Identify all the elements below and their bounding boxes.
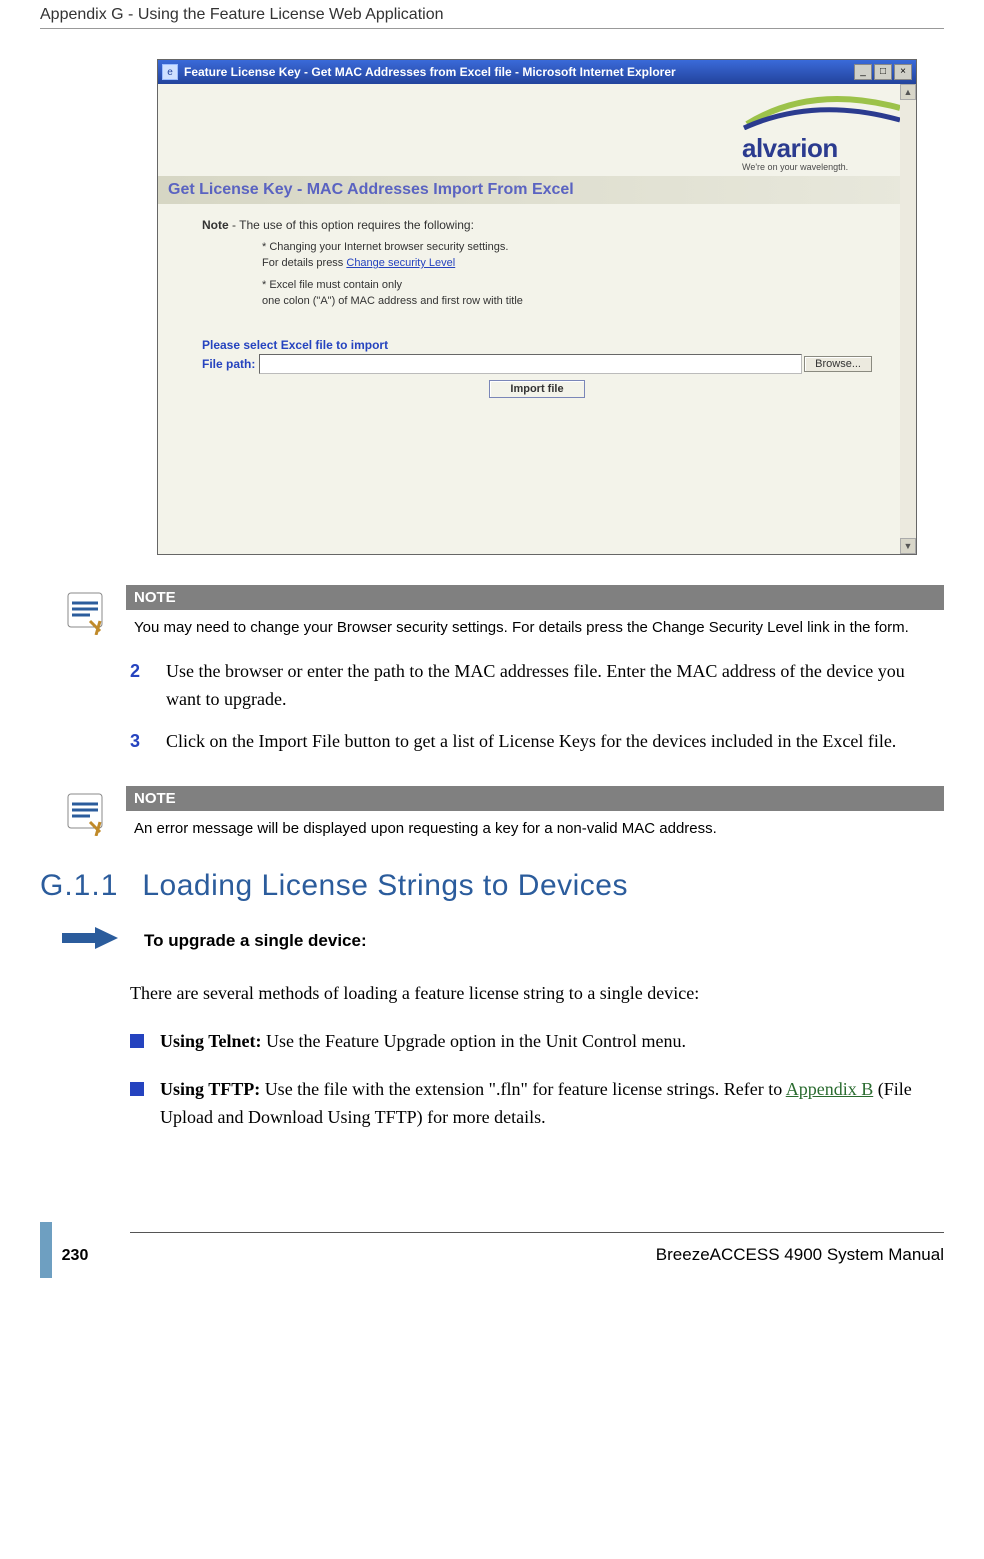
bullet-text: Using TFTP: Use the file with the extens… (160, 1076, 944, 1132)
titlebar: e Feature License Key - Get MAC Addresse… (158, 60, 916, 84)
screenshot-window: e Feature License Key - Get MAC Addresse… (157, 59, 917, 555)
manual-title: BreezeACCESS 4900 System Manual (656, 1245, 944, 1265)
scroll-up-icon: ▲ (900, 84, 916, 100)
paragraph: There are several methods of loading a f… (130, 980, 944, 1008)
logo-tagline: We're on your wavelength. (742, 162, 902, 172)
scroll-down-icon: ▼ (900, 538, 916, 554)
note-icon (60, 585, 110, 635)
bullet-icon (130, 1034, 144, 1048)
running-header: Appendix G - Using the Feature License W… (40, 0, 944, 29)
section-title: Loading License Strings to Devices (142, 869, 628, 903)
file-path-label: File path: (202, 357, 255, 371)
procedure-label: To upgrade a single device: (144, 931, 367, 951)
step-number: 3 (130, 728, 148, 756)
file-path-input (259, 354, 802, 374)
close-icon: × (894, 64, 912, 80)
note-icon (60, 786, 110, 836)
note-body: An error message will be displayed upon … (126, 811, 944, 845)
maximize-icon: □ (874, 64, 892, 80)
dialog-title: Get License Key - MAC Addresses Import F… (168, 181, 906, 199)
bullet-text: Using Telnet: Use the Feature Upgrade op… (160, 1028, 944, 1056)
appendix-b-link[interactable]: Appendix B (786, 1079, 874, 1099)
alvarion-logo: alvarion We're on your wavelength. (742, 94, 902, 172)
dialog-note: Note - The use of this option requires t… (202, 218, 882, 310)
select-prompt: Please select Excel file to import (202, 338, 902, 352)
procedure-arrow-icon (60, 923, 120, 958)
browse-button: Browse... (804, 356, 872, 372)
minimize-icon: _ (854, 64, 872, 80)
note-body: You may need to change your Browser secu… (126, 610, 944, 644)
step-text: Click on the Import File button to get a… (166, 728, 944, 756)
ie-icon: e (162, 64, 178, 80)
section-number: G.1.1 (40, 869, 118, 903)
dialog-body: alvarion We're on your wavelength. Get L… (158, 84, 916, 554)
import-file-button: Import file (489, 380, 584, 398)
scrollbar: ▲ ▼ (900, 84, 916, 554)
titlebar-text: Feature License Key - Get MAC Addresses … (184, 65, 854, 79)
note-header: NOTE (126, 585, 944, 610)
bullet-icon (130, 1082, 144, 1096)
note-header: NOTE (126, 786, 944, 811)
step-text: Use the browser or enter the path to the… (166, 658, 944, 714)
logo-name: alvarion (742, 133, 902, 164)
change-security-link: Change security Level (346, 257, 455, 269)
logo-swoosh-icon (742, 94, 902, 130)
step-number: 2 (130, 658, 148, 714)
footer-stripe (40, 1222, 52, 1278)
